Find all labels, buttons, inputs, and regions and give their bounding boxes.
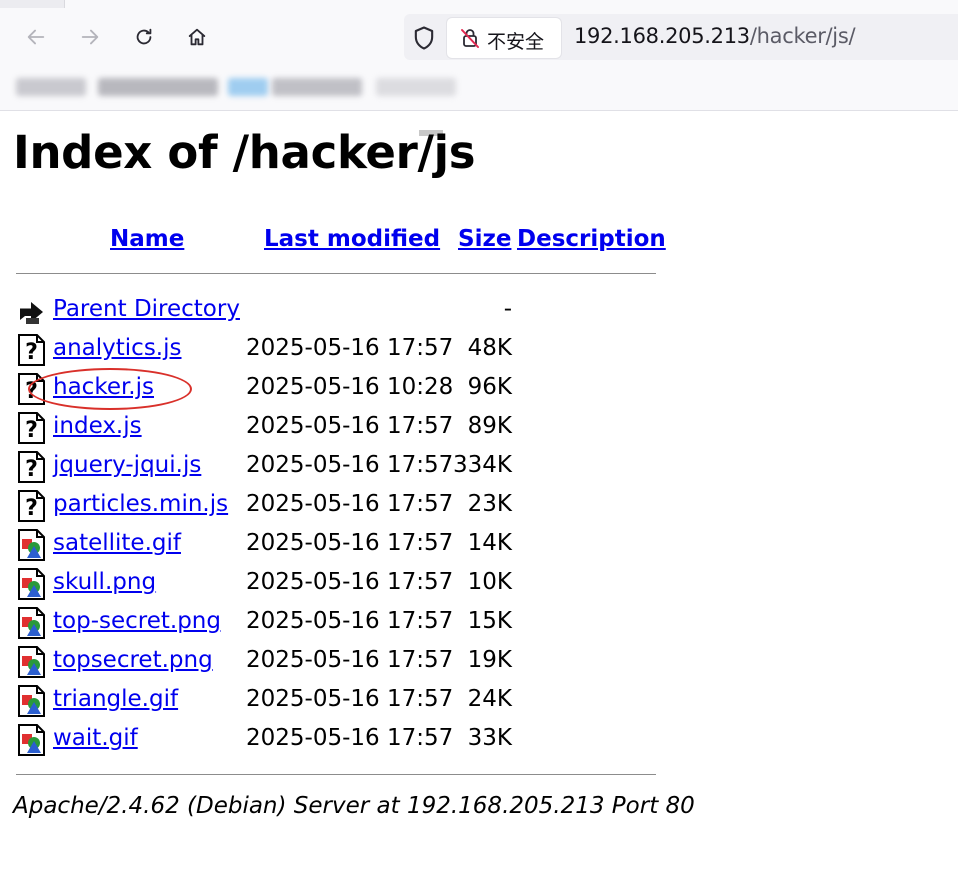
last-modified-cell: 2025-05-16 17:57	[246, 608, 454, 634]
footer-divider	[16, 774, 656, 775]
file-link[interactable]: analytics.js	[53, 335, 182, 361]
last-modified-cell: 2025-05-16 17:57	[246, 491, 454, 517]
size-cell: 96K	[467, 374, 512, 400]
arrow-left-icon	[27, 29, 45, 45]
unknown-file-icon: ?	[17, 372, 47, 406]
file-row: ? index.js 2025-05-16 17:57 89K	[0, 409, 958, 447]
size-cell: 19K	[467, 647, 512, 673]
size-cell: 23K	[467, 491, 512, 517]
file-row: top-secret.png 2025-05-16 17:57 15K	[0, 604, 958, 642]
security-warning-label: 不安全	[487, 31, 545, 53]
image-file-icon	[17, 567, 47, 601]
sort-by-size-link[interactable]: Size	[458, 226, 511, 252]
file-row: topsecret.png 2025-05-16 17:57 19K	[0, 643, 958, 681]
file-link[interactable]: topsecret.png	[53, 647, 213, 673]
last-modified-cell: 2025-05-16 10:28	[246, 374, 454, 400]
size-cell: 15K	[467, 608, 512, 634]
last-modified-cell: 2025-05-16 17:57	[246, 569, 454, 595]
size-cell: 33K	[467, 725, 512, 751]
unknown-file-icon: ?	[17, 489, 47, 523]
image-file-icon	[17, 606, 47, 640]
file-row: wait.gif 2025-05-16 17:57 33K	[0, 721, 958, 759]
browser-toolbar: 不安全 192.168.205.213/hacker/js/	[0, 0, 958, 111]
back-button[interactable]	[21, 22, 51, 52]
last-modified-cell: 2025-05-16 17:57	[246, 686, 454, 712]
page-title: Index of /hacker/js	[13, 126, 476, 179]
unknown-file-icon: ?	[17, 450, 47, 484]
image-file-icon	[17, 723, 47, 757]
file-link[interactable]: top-secret.png	[53, 608, 221, 634]
last-modified-cell: 2025-05-16 17:57	[246, 413, 454, 439]
blurred-bookmark[interactable]	[98, 78, 218, 96]
back-folder-icon	[17, 294, 47, 328]
size-cell: -	[503, 296, 512, 322]
file-link[interactable]: hacker.js	[53, 374, 154, 400]
parent-directory-link[interactable]: Parent Directory	[53, 296, 240, 322]
size-cell: 14K	[467, 530, 512, 556]
tab-strip	[0, 0, 958, 8]
file-link[interactable]: triangle.gif	[53, 686, 178, 712]
tracking-protection-shield-icon[interactable]	[410, 24, 438, 52]
unknown-file-icon: ?	[17, 333, 47, 367]
image-file-icon	[17, 645, 47, 679]
file-row: ? analytics.js 2025-05-16 17:57 48K	[0, 331, 958, 369]
size-cell: 89K	[467, 413, 512, 439]
svg-text:?: ?	[25, 457, 38, 482]
size-cell: 48K	[467, 335, 512, 361]
file-row: ? hacker.js 2025-05-16 10:28 96K	[0, 370, 958, 408]
url-text[interactable]: 192.168.205.213/hacker/js/	[574, 24, 856, 48]
last-modified-cell: 2025-05-16 17:57	[246, 335, 454, 361]
last-modified-cell: 2025-05-16 17:57	[246, 725, 454, 751]
svg-text:?: ?	[25, 418, 38, 443]
blurred-bookmark[interactable]	[228, 78, 268, 96]
file-row: ? jquery-jqui.js 2025-05-16 17:57 334K	[0, 448, 958, 486]
file-row: skull.png 2025-05-16 17:57 10K	[0, 565, 958, 603]
image-file-icon	[17, 528, 47, 562]
file-row: ? particles.min.js 2025-05-16 17:57 23K	[0, 487, 958, 525]
blurred-bookmark[interactable]	[272, 78, 362, 96]
file-link[interactable]: satellite.gif	[53, 530, 181, 556]
header-divider	[16, 273, 656, 274]
server-signature: Apache/2.4.62 (Debian) Server at 192.168…	[13, 793, 695, 819]
sort-by-description-link[interactable]: Description	[517, 226, 666, 252]
home-icon	[188, 28, 206, 46]
svg-text:?: ?	[25, 379, 38, 404]
unknown-file-icon: ?	[17, 411, 47, 445]
home-button[interactable]	[182, 22, 212, 52]
last-modified-cell: 2025-05-16 17:57	[246, 530, 454, 556]
reload-icon	[136, 28, 152, 45]
sort-by-name-link[interactable]: Name	[110, 226, 184, 252]
active-tab[interactable]	[64, 0, 958, 8]
forward-button[interactable]	[75, 22, 105, 52]
file-link[interactable]: index.js	[53, 413, 142, 439]
sort-by-last-modified-link[interactable]: Last modified	[264, 226, 440, 252]
arrow-right-icon	[81, 29, 99, 45]
file-row: satellite.gif 2025-05-16 17:57 14K	[0, 526, 958, 564]
blurred-bookmark[interactable]	[16, 78, 86, 96]
image-file-icon	[17, 684, 47, 718]
last-modified-cell: 2025-05-16 17:57	[246, 452, 454, 478]
size-cell: 10K	[467, 569, 512, 595]
svg-text:?: ?	[25, 340, 38, 365]
insecure-lock-icon	[461, 29, 479, 48]
bookmarks-toolbar-blurred	[16, 72, 496, 100]
size-cell: 24K	[467, 686, 512, 712]
file-link[interactable]: jquery-jqui.js	[53, 452, 201, 478]
file-row: triangle.gif 2025-05-16 17:57 24K	[0, 682, 958, 720]
svg-text:?: ?	[25, 496, 38, 521]
file-link[interactable]: skull.png	[53, 569, 156, 595]
file-link[interactable]: wait.gif	[53, 725, 138, 751]
blurred-bookmark[interactable]	[376, 78, 456, 96]
url-path: /hacker/js/	[749, 24, 856, 48]
last-modified-cell: 2025-05-16 17:57	[246, 647, 454, 673]
url-host: 192.168.205.213	[574, 24, 750, 48]
parent-directory-row: Parent Directory -	[0, 292, 958, 330]
size-cell: 334K	[453, 452, 512, 478]
reload-button[interactable]	[129, 22, 159, 52]
connection-security-button[interactable]: 不安全	[447, 18, 561, 58]
file-link[interactable]: particles.min.js	[53, 491, 228, 517]
